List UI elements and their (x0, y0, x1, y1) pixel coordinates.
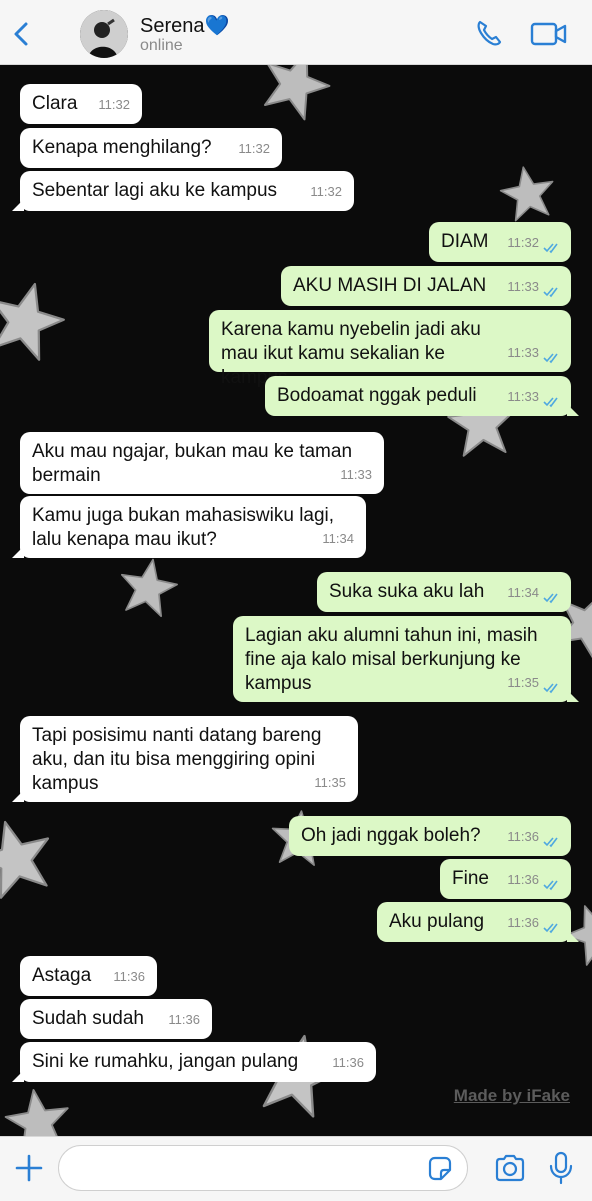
message-outgoing[interactable]: Karena kamu nyebelin jadi aku mau ikut k… (209, 310, 571, 388)
video-camera-icon[interactable] (530, 20, 568, 53)
message-time: 11:32 (310, 184, 342, 199)
chat-header: Serena💙 online (0, 0, 592, 65)
message-incoming[interactable]: Tapi posisimu nanti datang bareng aku, d… (12, 716, 358, 802)
message-text: Sudah sudah (32, 1008, 144, 1029)
message-outgoing[interactable]: Oh jadi nggak boleh? 11:36 (289, 816, 571, 856)
message-text: Oh jadi nggak boleh? (301, 825, 481, 846)
double-check-icon (543, 837, 558, 848)
message-time: 11:34 (322, 531, 354, 546)
message-outgoing[interactable]: Bodoamat nggak peduli 11:33 (265, 376, 579, 416)
message-outgoing[interactable]: Aku pulang 11:36 (377, 902, 579, 942)
message-text: Kamu juga bukan mahasiswiku lagi, lalu k… (32, 505, 335, 550)
message-text: Aku pulang (389, 911, 485, 932)
star-decoration-icon (0, 282, 65, 361)
avatar[interactable] (80, 10, 128, 58)
message-time: 11:32 (507, 235, 539, 250)
double-check-icon (543, 880, 558, 891)
microphone-icon[interactable] (548, 1151, 574, 1190)
message-time: 11:32 (98, 97, 130, 112)
double-check-icon (543, 397, 558, 408)
message-incoming[interactable]: Sebentar lagi aku ke kampus 11:32 (12, 171, 354, 211)
message-incoming[interactable]: Aku mau ngajar, bukan mau ke taman berma… (20, 432, 384, 494)
double-check-icon (543, 683, 558, 694)
message-text: Clara (32, 93, 78, 114)
double-check-icon (543, 287, 558, 298)
star-decoration-icon (264, 64, 331, 121)
message-text: Suka suka aku lah (329, 581, 485, 602)
message-outgoing[interactable]: Lagian aku alumni tahun ini, masih fine … (233, 616, 579, 702)
camera-icon[interactable] (494, 1153, 526, 1188)
message-text: Tapi posisimu nanti datang bareng aku, d… (32, 725, 322, 794)
message-incoming[interactable]: Sudah sudah 11:36 (20, 999, 212, 1039)
message-incoming[interactable]: Sini ke rumahku, jangan pulang 11:36 (12, 1042, 376, 1082)
contact-name[interactable]: Serena💙 (140, 13, 229, 38)
message-time: 11:33 (507, 389, 539, 404)
double-check-icon (543, 243, 558, 254)
message-text: Aku mau ngajar, bukan mau ke taman berma… (32, 441, 353, 486)
sticker-icon[interactable] (426, 1155, 454, 1188)
message-text: DIAM (441, 231, 489, 252)
message-time: 11:36 (507, 915, 539, 930)
message-time: 11:33 (507, 345, 539, 360)
message-time: 11:32 (238, 141, 270, 156)
chat-area[interactable]: Clara 11:32 Kenapa menghilang? 11:32 Seb… (0, 64, 592, 1136)
message-text: Sini ke rumahku, jangan pulang (32, 1051, 299, 1072)
message-text: Bodoamat nggak peduli (277, 385, 477, 406)
message-text: Sebentar lagi aku ke kampus (32, 180, 278, 201)
star-decoration-icon (121, 558, 178, 618)
message-time: 11:35 (314, 775, 346, 790)
message-incoming[interactable]: Kenapa menghilang? 11:32 (20, 128, 282, 168)
message-text: Fine (452, 868, 489, 889)
double-check-icon (543, 923, 558, 934)
contact-status: online (140, 37, 183, 54)
message-outgoing[interactable]: DIAM 11:32 (429, 222, 571, 262)
message-incoming[interactable]: Astaga 11:36 (20, 956, 157, 996)
phone-icon[interactable] (474, 18, 504, 53)
message-outgoing[interactable]: Fine 11:36 (440, 859, 571, 899)
double-check-icon (543, 353, 558, 364)
message-input[interactable] (58, 1145, 468, 1191)
message-time: 11:36 (332, 1055, 364, 1070)
message-text: AKU MASIH DI JALAN (293, 275, 487, 296)
message-time: 11:33 (340, 467, 372, 482)
message-time: 11:36 (168, 1012, 200, 1027)
message-time: 11:34 (507, 585, 539, 600)
message-time: 11:36 (113, 969, 145, 984)
back-chevron-icon[interactable] (8, 18, 36, 50)
message-incoming[interactable]: Clara 11:32 (20, 84, 142, 124)
message-time: 11:36 (507, 829, 539, 844)
star-decoration-icon (4, 1089, 69, 1136)
message-outgoing[interactable]: Suka suka aku lah 11:34 (317, 572, 571, 612)
message-time: 11:33 (507, 279, 539, 294)
composer-bar (0, 1136, 592, 1201)
message-text: Kenapa menghilang? (32, 137, 212, 158)
message-time: 11:35 (507, 675, 539, 690)
double-check-icon (543, 593, 558, 604)
message-time: 11:36 (507, 872, 539, 887)
plus-icon[interactable] (14, 1153, 44, 1188)
message-incoming[interactable]: Kamu juga bukan mahasiswiku lagi, lalu k… (12, 496, 366, 558)
star-decoration-icon (0, 820, 50, 899)
watermark: Made by iFake (453, 1086, 570, 1105)
message-outgoing[interactable]: AKU MASIH DI JALAN 11:33 (281, 266, 571, 306)
message-text: Lagian aku alumni tahun ini, masih fine … (245, 625, 538, 694)
star-decoration-icon (499, 166, 554, 222)
message-text: Astaga (32, 965, 92, 986)
